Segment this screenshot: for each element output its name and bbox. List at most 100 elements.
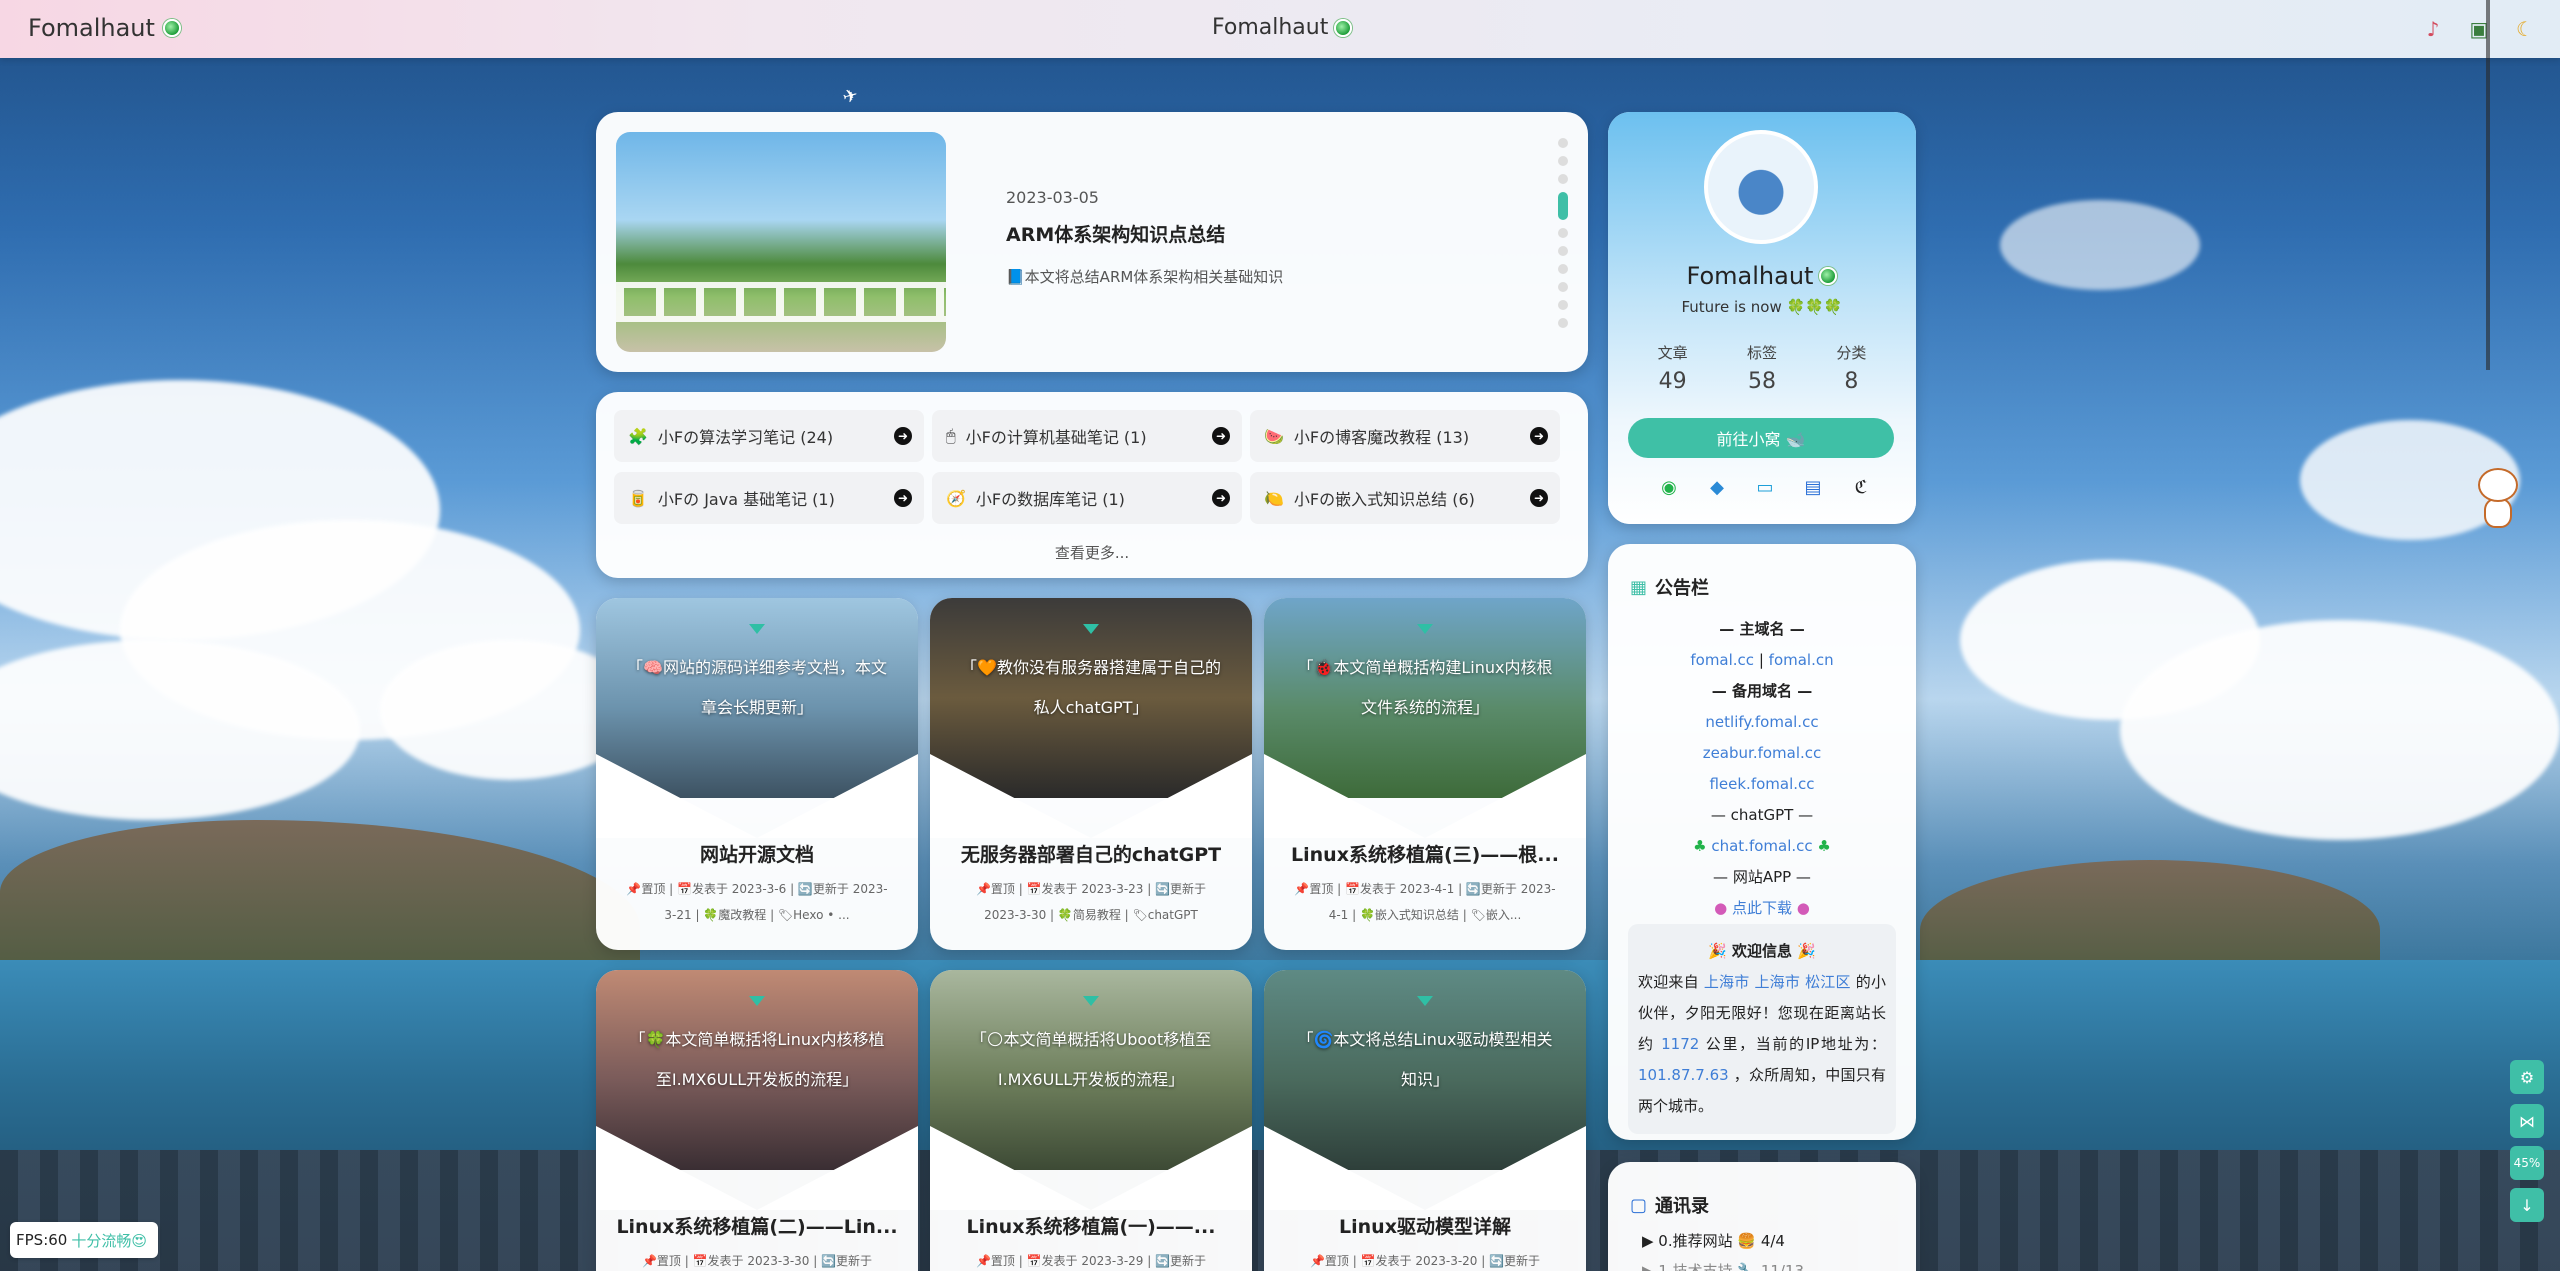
center-badge-icon: [1334, 18, 1353, 37]
category-item[interactable]: 🖱 小Fの计算机基础笔记 (1) ➜: [932, 410, 1242, 462]
post-title[interactable]: Linux系统移植篇(三)——根...: [1284, 840, 1566, 867]
domain-link[interactable]: zeabur.fomal.cc: [1608, 738, 1916, 769]
category-panel: 🧩 小Fの算法学习笔记 (24) ➜ 🖱 小Fの计算机基础笔记 (1) ➜ 🍉 …: [596, 392, 1588, 578]
swiper-dot[interactable]: [1558, 246, 1568, 256]
post-cover-text: 「🧡教你没有服务器搭建属于自己的私人chatGPT」: [961, 658, 1221, 717]
app-download-link[interactable]: 点此下载: [1732, 899, 1792, 917]
post-card[interactable]: 「🌀本文将总结Linux驱动模型相关知识」 Linux驱动模型详解 📌置顶 | …: [1264, 970, 1586, 1271]
wechat-icon[interactable]: ◉: [1656, 474, 1682, 500]
swiper-dot[interactable]: [1558, 264, 1568, 274]
main-domain-heading: — 主域名 —: [1719, 620, 1805, 638]
moon-icon[interactable]: ☾: [2512, 16, 2538, 42]
contacts-group[interactable]: ▶ 0.推荐网站 🍔 4/4: [1642, 1230, 1785, 1251]
welcome-info: 🎉 欢迎信息 🎉 欢迎来自 上海市 上海市 松江区 的小伙伴，夕阳无限好！您现在…: [1628, 924, 1896, 1134]
post-card[interactable]: 「🧡教你没有服务器搭建属于自己的私人chatGPT」 无服务器部署自己的chat…: [930, 598, 1252, 950]
profile-name-label: Fomalhaut: [1686, 262, 1814, 290]
swiper-dot[interactable]: [1558, 300, 1568, 310]
post-title[interactable]: Linux系统移植篇(一)——...: [950, 1212, 1232, 1239]
arrow-right-icon: ➜: [1212, 427, 1230, 445]
blog-icon[interactable]: ℭ: [1848, 474, 1874, 500]
welcome-title: 🎉 欢迎信息 🎉: [1708, 942, 1816, 960]
domain-link[interactable]: fomal.cn: [1769, 651, 1834, 669]
category-label: 小Fの博客魔改教程 (13): [1293, 428, 1470, 447]
visit-home-button[interactable]: 前往小窝 🐋: [1628, 418, 1894, 458]
pin-marker-icon: [749, 996, 765, 1006]
bulletin-icon: ▦: [1630, 576, 1648, 598]
profile-card: Fomalhaut Future is now 🍀🍀🍀 文章 49 标签 58 …: [1608, 112, 1916, 524]
site-brand[interactable]: Fomalhaut: [28, 14, 181, 42]
domain-link[interactable]: fleek.fomal.cc: [1608, 769, 1916, 800]
swiper-dot[interactable]: [1558, 228, 1568, 238]
arrow-right-icon: ➜: [1530, 427, 1548, 445]
message-icon[interactable]: ▤: [1800, 474, 1826, 500]
post-meta: 📌置顶 | 📅发表于 2023-3-30 | 🔄更新于: [641, 1254, 873, 1268]
post-card[interactable]: 「🌕本文简单概括将Uboot移植至I.MX6ULL开发板的流程」 Linux系统…: [930, 970, 1252, 1271]
avatar[interactable]: [1704, 130, 1818, 244]
contacts-title: 通讯录: [1655, 1196, 1710, 1217]
post-card[interactable]: 「🍀本文简单概括将Linux内核移植至I.MX6ULL开发板的流程」 Linux…: [596, 970, 918, 1271]
site-brand-label: Fomalhaut: [28, 14, 155, 42]
category-icon: 🧩: [628, 426, 648, 446]
swiper-dot[interactable]: [1558, 138, 1568, 148]
cat-mascot[interactable]: [2474, 468, 2522, 528]
swiper-dot[interactable]: [1558, 156, 1568, 166]
gear-icon[interactable]: ⚙: [2510, 1060, 2544, 1094]
pin-marker-icon: [1417, 996, 1433, 1006]
post-card[interactable]: 「🐞本文简单概括构建Linux内核根文件系统的流程」 Linux系统移植篇(三)…: [1264, 598, 1586, 950]
bilibili-icon[interactable]: ▭: [1752, 474, 1778, 500]
post-title[interactable]: Linux驱动模型详解: [1284, 1212, 1566, 1239]
stat-categories[interactable]: 分类 8: [1836, 342, 1866, 394]
stat-value: 58: [1747, 369, 1776, 394]
post-card[interactable]: 「🧠网站的源码详细参考文档，本文章会长期更新」 网站开源文档 📌置顶 | 📅发表…: [596, 598, 918, 950]
fps-meter: FPS:60 十分流畅😍: [10, 1222, 158, 1258]
welcome-ip: 101.87.7.63: [1638, 1066, 1729, 1084]
category-icon: 🍋: [1264, 488, 1284, 508]
post-title[interactable]: Linux系统移植篇(二)——Lin...: [616, 1212, 898, 1239]
category-item[interactable]: 🍋 小Fの嵌入式知识总结 (6) ➜: [1250, 472, 1560, 524]
contacts-header: ▢ 通讯录: [1630, 1192, 1709, 1218]
arrow-down-icon[interactable]: ↓: [2510, 1188, 2544, 1222]
share-icon[interactable]: ⋈: [2510, 1104, 2544, 1138]
featured-post-date: 2023-03-05: [1006, 188, 1099, 207]
center-title-label: Fomalhaut: [1212, 15, 1329, 40]
music-note-icon[interactable]: ♪: [2420, 16, 2446, 42]
stat-articles[interactable]: 文章 49: [1658, 342, 1688, 394]
domain-link[interactable]: netlify.fomal.cc: [1608, 707, 1916, 738]
category-icon: 🧭: [946, 488, 966, 508]
domain-link[interactable]: fomal.cc: [1690, 651, 1754, 669]
category-label: 小Fの计算机基础笔记 (1): [965, 428, 1147, 447]
pin-marker-icon: [1083, 624, 1099, 634]
app-heading: — 网站APP —: [1713, 868, 1811, 886]
post-title[interactable]: 无服务器部署自己的chatGPT: [950, 840, 1232, 867]
post-cover-text: 「🐞本文简单概括构建Linux内核根文件系统的流程」: [1297, 658, 1553, 717]
scroll-percent[interactable]: 45%: [2510, 1146, 2544, 1180]
stat-tags[interactable]: 标签 58: [1747, 342, 1777, 394]
swiper-dot-active[interactable]: [1558, 192, 1568, 220]
stat-label: 分类: [1836, 344, 1867, 362]
qq-icon[interactable]: ◆: [1704, 474, 1730, 500]
chatgpt-link[interactable]: chat.fomal.cc: [1711, 837, 1812, 855]
contacts-group[interactable]: ▶ 1.技术支持 🔧 11/13: [1642, 1260, 1804, 1271]
clover-icon: ♣: [1817, 837, 1831, 855]
category-item[interactable]: 🍉 小Fの博客魔改教程 (13) ➜: [1250, 410, 1560, 462]
welcome-text: 欢迎来自 上海市 上海市 松江区 的小伙伴，夕阳无限好！您现在距离站长约 117…: [1638, 973, 1886, 1115]
swiper-dot[interactable]: [1558, 282, 1568, 292]
fps-label: FPS:60: [16, 1231, 68, 1249]
featured-post-swiper[interactable]: 2023-03-05 ARM体系架构知识点总结 📘本文将总结ARM体系架构相关基…: [596, 112, 1588, 372]
category-icon: 🍉: [1264, 426, 1284, 446]
category-item[interactable]: 🥫 小Fの Java 基础笔记 (1) ➜: [614, 472, 924, 524]
post-title[interactable]: 网站开源文档: [616, 840, 898, 867]
featured-post-title[interactable]: ARM体系架构知识点总结: [1006, 220, 1225, 247]
stat-label: 文章: [1657, 344, 1688, 362]
swiper-dot[interactable]: [1558, 174, 1568, 184]
featured-post-cover[interactable]: [616, 132, 946, 352]
category-item[interactable]: 🧩 小Fの算法学习笔记 (24) ➜: [614, 410, 924, 462]
category-item[interactable]: 🧭 小Fの数据库笔记 (1) ➜: [932, 472, 1242, 524]
arrow-right-icon: ➜: [1530, 489, 1548, 507]
category-label: 小Fの算法学习笔记 (24): [657, 428, 834, 447]
chatgpt-heading: — chatGPT —: [1710, 806, 1814, 824]
category-more-link[interactable]: 查看更多...: [596, 542, 1588, 563]
swiper-dot[interactable]: [1558, 318, 1568, 328]
scrollbar[interactable]: [2486, 0, 2490, 370]
pin-marker-icon: [1083, 996, 1099, 1006]
